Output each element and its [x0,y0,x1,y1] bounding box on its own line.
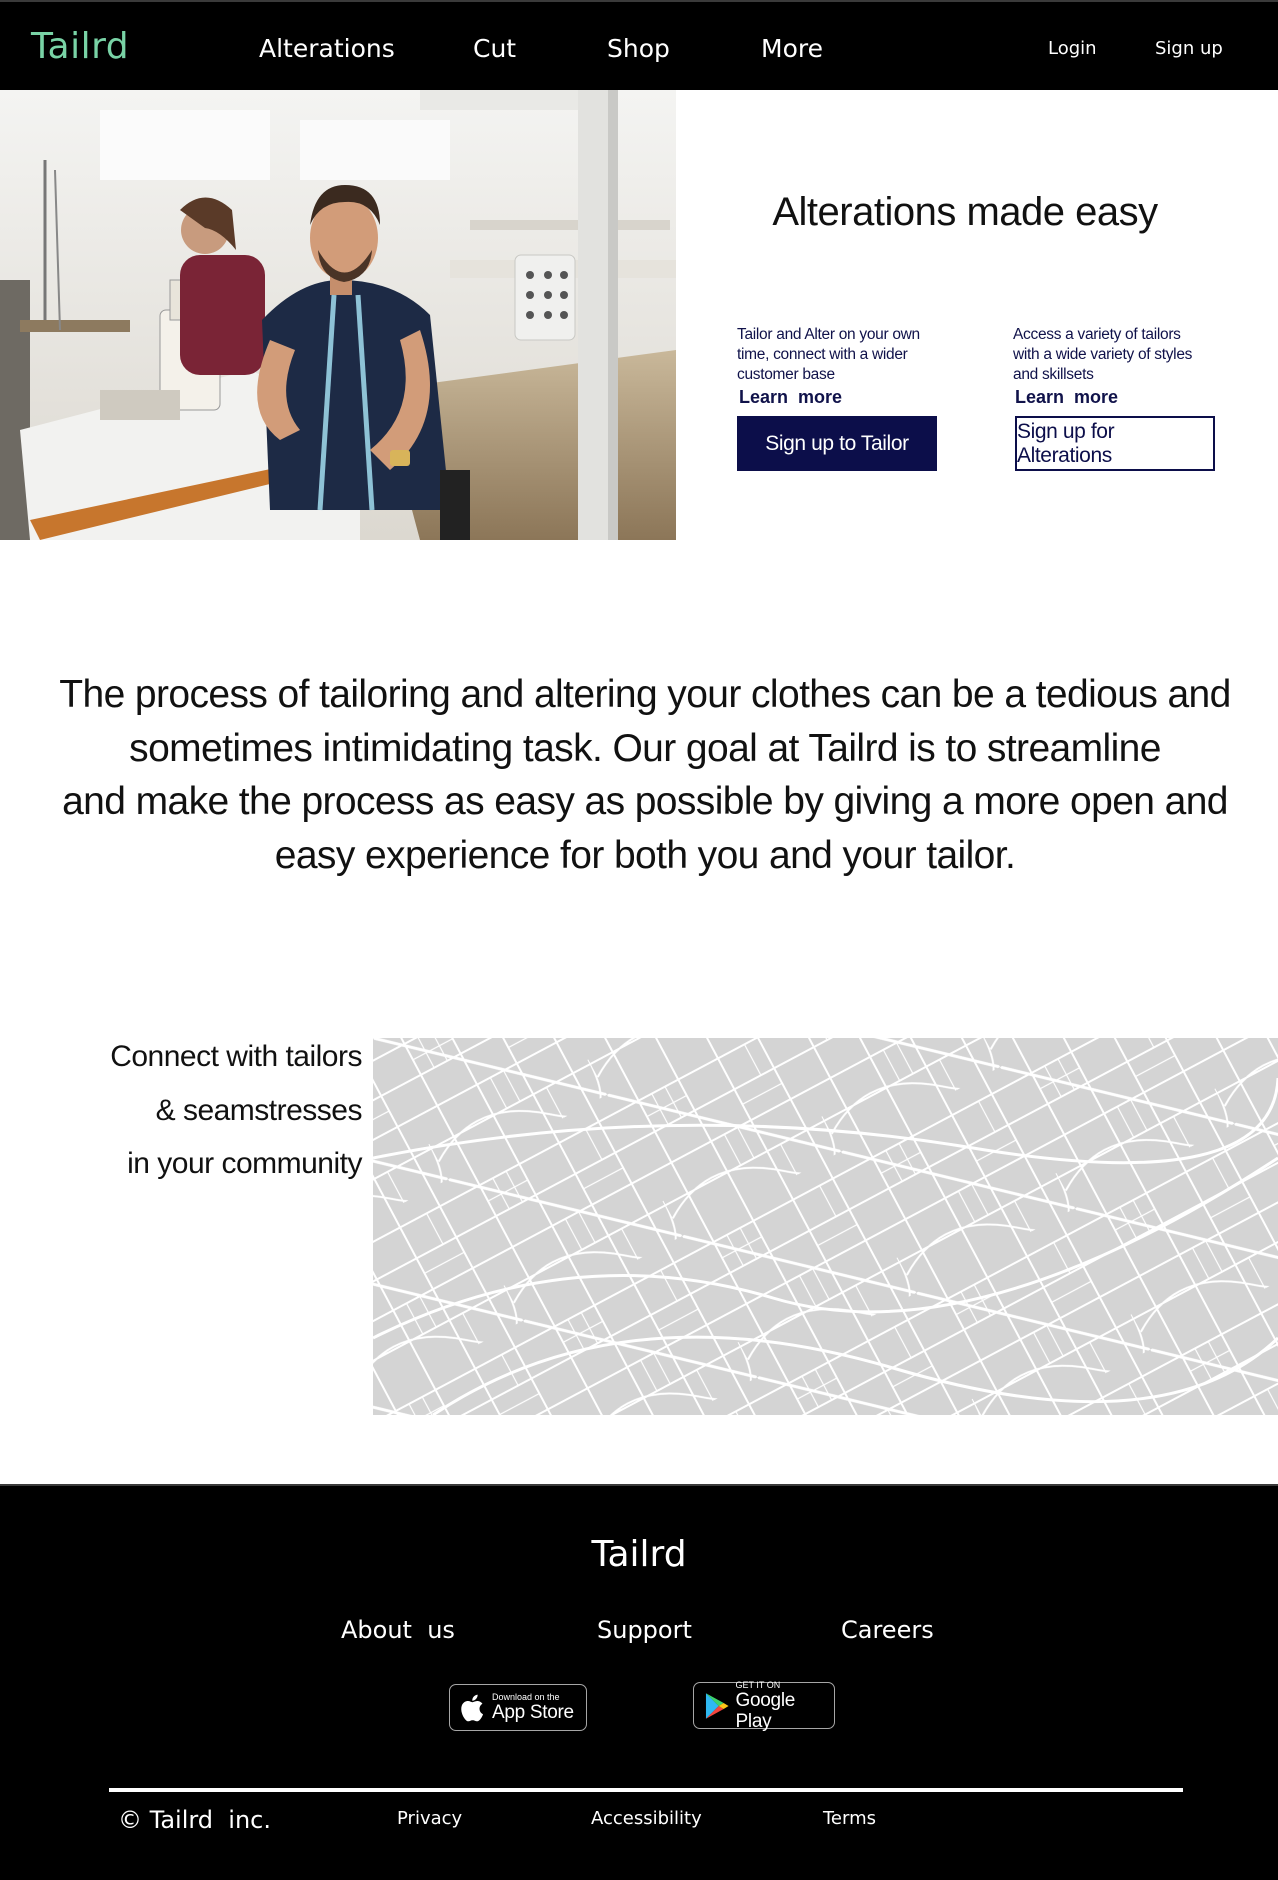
nav-shop[interactable]: Shop [607,34,670,63]
hero-title: Alterations made easy [772,190,1158,234]
app-store-caption: Download on the [492,1692,560,1702]
logo[interactable]: Tailrd [31,26,129,67]
app-store-label: App Store [492,1702,574,1723]
mission-statement: The process of tailoring and altering yo… [40,668,1250,882]
nav-cut[interactable]: Cut [473,34,516,63]
google-play-icon [705,1692,729,1719]
footer-careers-link[interactable]: Careers [841,1616,934,1644]
mission-line: easy experience for both you and your ta… [274,833,1016,877]
top-nav-bar: Tailrd Alterations Cut Shop More Login S… [0,0,1278,90]
nav-alterations[interactable]: Alterations [259,34,395,63]
community-line: in your community [127,1147,362,1180]
tailor-learn-more-link[interactable]: Learn more [739,387,942,408]
workshop-illustration [0,90,676,540]
alterations-column: Access a variety of tailors with a wide … [1013,325,1218,408]
street-map-graphic [373,1038,1278,1415]
footer-privacy-link[interactable]: Privacy [397,1808,462,1829]
nav-more[interactable]: More [761,34,823,63]
sign-up-alterations-button[interactable]: Sign up for Alterations [1015,416,1215,471]
login-link[interactable]: Login [1048,38,1097,59]
footer-accessibility-link[interactable]: Accessibility [591,1808,702,1829]
footer-divider [109,1788,1183,1792]
tailor-description: Tailor and Alter on your own time, conne… [737,326,920,383]
community-line: Connect with tailors [110,1040,362,1073]
tailor-column: Tailor and Alter on your own time, conne… [737,325,942,408]
footer-support-link[interactable]: Support [597,1616,692,1644]
google-play-caption: GET IT ON [735,1679,781,1690]
hero-photo-tailor-workshop [0,90,676,540]
signup-link[interactable]: Sign up [1155,38,1223,59]
footer-logo[interactable]: Tailrd [0,1534,1278,1575]
mission-line: The process of tailoring and altering yo… [59,673,1231,716]
sign-up-tailor-button[interactable]: Sign up to Tailor [737,416,937,471]
footer: Tailrd About us Support Careers Download… [0,1484,1278,1880]
community-map[interactable] [373,1038,1278,1415]
google-play-label: Google Play [735,1689,796,1732]
google-play-badge[interactable]: GET IT ON Google Play [693,1679,835,1732]
copyright: © Tailrd inc. [118,1806,271,1834]
app-store-badge[interactable]: Download on the App Store [449,1684,587,1731]
alterations-learn-more-link[interactable]: Learn more [1015,387,1218,408]
footer-terms-link[interactable]: Terms [823,1808,876,1829]
community-tagline: Connect with tailors & seamstresses in y… [60,1030,362,1191]
mission-line: and make the process as easy as possible… [62,780,1228,823]
alterations-description: Access a variety of tailors with a wide … [1013,326,1193,383]
apple-icon [461,1694,483,1721]
footer-about-us-link[interactable]: About us [341,1616,455,1644]
mission-line: sometimes intimidating task. Our goal at… [129,726,1161,770]
community-line: & seamstresses [155,1093,363,1127]
